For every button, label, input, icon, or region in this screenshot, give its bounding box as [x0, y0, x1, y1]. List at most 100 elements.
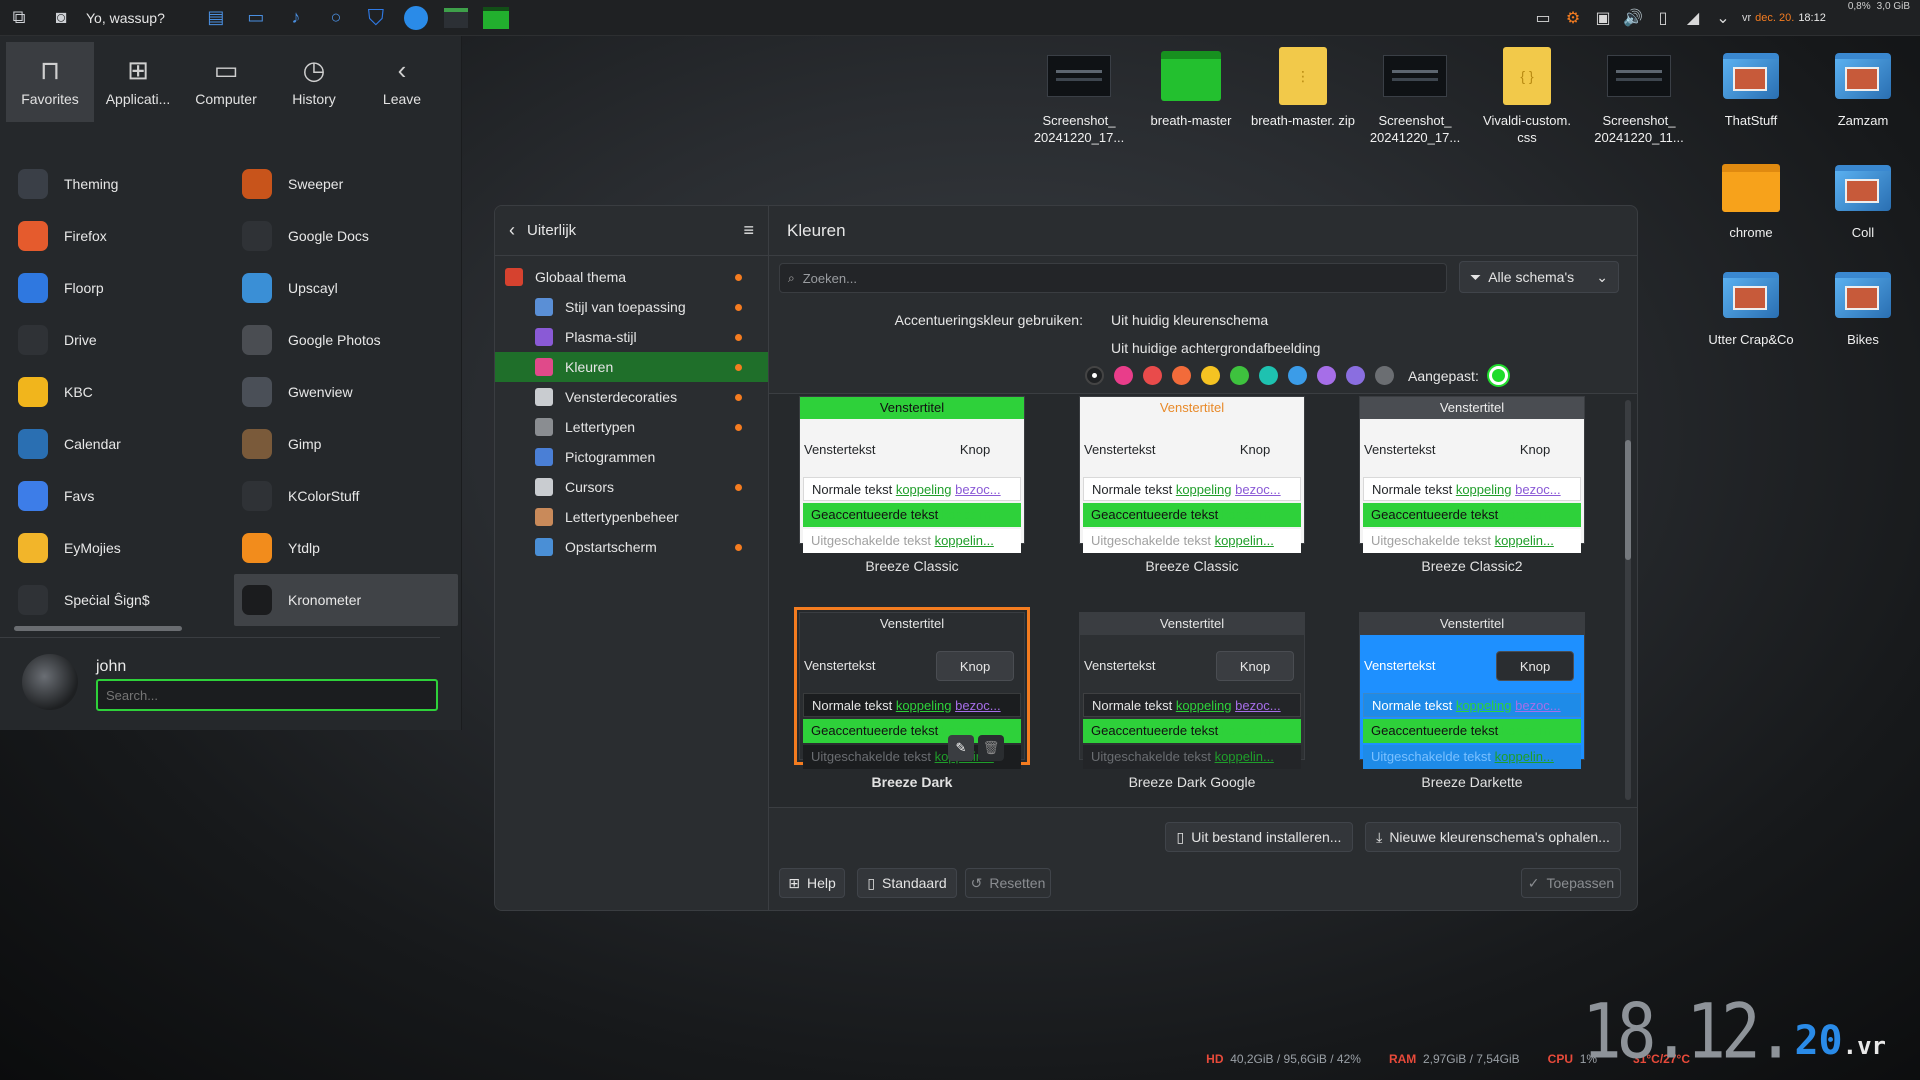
- launcher-search-input[interactable]: [96, 679, 438, 711]
- clipboard-icon[interactable]: ▣: [1592, 8, 1614, 28]
- color-scheme-card[interactable]: Venstertitel Venstertekst Knop Normale teks…: [1359, 612, 1585, 790]
- update-gear-icon[interactable]: ⚙: [1562, 8, 1584, 28]
- launcher-app-google-photos[interactable]: Google Photos: [234, 314, 458, 366]
- application-launcher-icon[interactable]: ⧉: [4, 3, 34, 33]
- clock-time[interactable]: 18:12: [1798, 12, 1826, 24]
- scheme-grid-scrollbar-thumb[interactable]: [1625, 440, 1631, 560]
- accent-swatch[interactable]: [1201, 366, 1220, 385]
- accent-option-wallpaper[interactable]: Uit huidige achtergrondafbeelding: [1111, 340, 1320, 356]
- sidebar-item-pictogrammen[interactable]: Pictogrammen: [495, 442, 768, 472]
- apply-button[interactable]: ✓ Toepassen: [1521, 868, 1621, 898]
- accent-swatch[interactable]: [1143, 366, 1162, 385]
- folder-icon[interactable]: ▭: [241, 3, 271, 33]
- custom-accent-swatch[interactable]: [1488, 366, 1508, 385]
- color-scheme-card[interactable]: Venstertitel Venstertekst Knop Normale teks…: [794, 607, 1030, 790]
- launcher-app-ytdlp[interactable]: Ytdlp: [234, 522, 458, 574]
- launcher-app-kronometer[interactable]: Kronometer: [234, 574, 458, 626]
- notes-icon[interactable]: ▭: [1532, 8, 1554, 28]
- launcher-app-floorp[interactable]: Floorp: [10, 262, 234, 314]
- launcher-app-spe-ial-ign-[interactable]: Speċial Ŝign$: [10, 574, 234, 626]
- launcher-app-eymojies[interactable]: EyMojies: [10, 522, 234, 574]
- launcher-app-google-docs[interactable]: Google Docs: [234, 210, 458, 262]
- system-monitor-icon[interactable]: [441, 3, 471, 33]
- color-scheme-card[interactable]: Venstertitel Venstertekst Knop Normale teks…: [1079, 612, 1305, 790]
- launcher-app-kcolorstuff[interactable]: KColorStuff: [234, 470, 458, 522]
- sidebar-item-globaal-thema[interactable]: Globaal thema: [495, 262, 768, 292]
- desktop-icon-thatstuff[interactable]: ThatStuff: [1696, 48, 1806, 146]
- desktop-icon-breath-master[interactable]: breath-master: [1136, 48, 1246, 146]
- sidebar-item-cursors[interactable]: Cursors: [495, 472, 768, 502]
- accent-swatch[interactable]: [1317, 366, 1336, 385]
- launcher-app-favs[interactable]: Favs: [10, 470, 234, 522]
- hamburger-menu-icon[interactable]: ≡: [743, 220, 754, 241]
- chevron-down-icon[interactable]: ⌄: [1712, 8, 1734, 28]
- search-field[interactable]: ⌕ Zoeken...: [779, 263, 1447, 293]
- back-arrow-icon[interactable]: ‹: [509, 220, 515, 241]
- launcher-app-theming[interactable]: Theming: [10, 158, 234, 210]
- desktop-icon-coll[interactable]: Coll: [1808, 160, 1918, 241]
- reset-button[interactable]: ↺ Resetten: [965, 868, 1051, 898]
- document-viewer-icon[interactable]: ▤: [201, 3, 231, 33]
- launcher-app-calendar[interactable]: Calendar: [10, 418, 234, 470]
- accent-swatch[interactable]: [1172, 366, 1191, 385]
- color-scheme-card[interactable]: Venstertitel Venstertekst Knop Normale teks…: [1359, 396, 1585, 574]
- launcher-app-gimp[interactable]: Gimp: [234, 418, 458, 470]
- desktop-icon-breath-master-zip[interactable]: ⋮ breath-master. zip: [1248, 47, 1358, 146]
- tab-history[interactable]: ◷ History: [270, 42, 358, 122]
- network-icon[interactable]: ◢: [1682, 8, 1704, 28]
- accent-swatch[interactable]: [1230, 366, 1249, 385]
- tab-computer[interactable]: ▭ Computer: [182, 42, 270, 122]
- desktop-icon-screenshot-20241220-11-[interactable]: Screenshot_ 20241220_11...: [1584, 48, 1694, 146]
- edit-pencil-icon[interactable]: ✎: [948, 735, 974, 761]
- accent-swatch[interactable]: [1259, 366, 1278, 385]
- music-note-icon[interactable]: ♪: [281, 3, 311, 33]
- screenshot-camera-icon[interactable]: ◙: [46, 3, 76, 33]
- color-scheme-card[interactable]: Venstertitel Venstertekst Knop Normale teks…: [1079, 396, 1305, 574]
- desktop-icon-chrome[interactable]: chrome: [1696, 160, 1806, 241]
- phone-icon[interactable]: ▯: [1652, 8, 1674, 28]
- launcher-scrollbar[interactable]: [14, 626, 182, 631]
- accent-option-scheme[interactable]: Uit huidig kleurenschema: [1111, 312, 1268, 328]
- desktop-icon-vivaldi-custom-css[interactable]: { } Vivaldi-custom. css: [1472, 47, 1582, 146]
- get-new-schemes-button[interactable]: ⤓ Nieuwe kleurenschema's ophalen...: [1365, 822, 1621, 852]
- accent-swatch[interactable]: [1346, 366, 1365, 385]
- defaults-button[interactable]: ▯ Standaard: [857, 868, 957, 898]
- accent-swatch[interactable]: [1114, 366, 1133, 385]
- sidebar-item-lettertypenbeheer[interactable]: Lettertypenbeheer: [495, 502, 768, 532]
- delete-trash-icon[interactable]: 🗑: [978, 735, 1004, 761]
- accent-swatch[interactable]: [1375, 366, 1394, 385]
- launcher-app-upscayl[interactable]: Upscayl: [234, 262, 458, 314]
- desktop-icon-zamzam[interactable]: Zamzam: [1808, 48, 1918, 146]
- desktop-icon-bikes[interactable]: Bikes: [1808, 267, 1918, 348]
- sidebar-item-stijl-van-toepassing[interactable]: Stijl van toepassing: [495, 292, 768, 322]
- tab-applications[interactable]: ⊞ Applicati...: [94, 42, 182, 122]
- globe-browser-icon[interactable]: [401, 3, 431, 33]
- launcher-app-kbc[interactable]: KBC: [10, 366, 234, 418]
- sidebar-item-kleuren[interactable]: Kleuren: [495, 352, 768, 382]
- scheme-filter-dropdown[interactable]: ⏷ Alle schema's ⌄: [1459, 261, 1619, 293]
- avatar[interactable]: [22, 654, 78, 710]
- install-from-file-button[interactable]: ▯ Uit bestand installeren...: [1165, 822, 1353, 852]
- desktop-icon-screenshot-20241220-17-[interactable]: Screenshot_ 20241220_17...: [1024, 48, 1134, 146]
- sidebar-item-lettertypen[interactable]: Lettertypen: [495, 412, 768, 442]
- brave-shield-icon[interactable]: ⛉: [361, 3, 391, 33]
- launcher-app-gwenview[interactable]: Gwenview: [234, 366, 458, 418]
- green-window-icon[interactable]: [481, 3, 511, 33]
- accent-none-radio[interactable]: [1085, 366, 1104, 385]
- tab-favorites[interactable]: ⊓ Favorites: [6, 42, 94, 122]
- clock-date[interactable]: dec. 20.: [1755, 12, 1794, 24]
- desktop-icon-screenshot-20241220-17-[interactable]: Screenshot_ 20241220_17...: [1360, 48, 1470, 146]
- sidebar-item-vensterdecoraties[interactable]: Vensterdecoraties: [495, 382, 768, 412]
- launcher-app-sweeper[interactable]: Sweeper: [234, 158, 458, 210]
- launcher-app-drive[interactable]: Drive: [10, 314, 234, 366]
- circle-app-icon[interactable]: ○: [321, 3, 351, 33]
- sidebar-item-opstartscherm[interactable]: Opstartscherm: [495, 532, 768, 562]
- accent-swatch[interactable]: [1288, 366, 1307, 385]
- launcher-app-firefox[interactable]: Firefox: [10, 210, 234, 262]
- sidebar-item-plasma-stijl[interactable]: Plasma-stijl: [495, 322, 768, 352]
- color-scheme-card[interactable]: Venstertitel Venstertekst Knop Normale teks…: [799, 396, 1025, 574]
- tab-leave[interactable]: ‹ Leave: [358, 42, 446, 122]
- help-button[interactable]: ⊞ Help: [779, 868, 845, 898]
- desktop-icon-utter-crap-co[interactable]: Utter Crap&Co: [1696, 267, 1806, 348]
- volume-icon[interactable]: 🔊: [1622, 8, 1644, 28]
